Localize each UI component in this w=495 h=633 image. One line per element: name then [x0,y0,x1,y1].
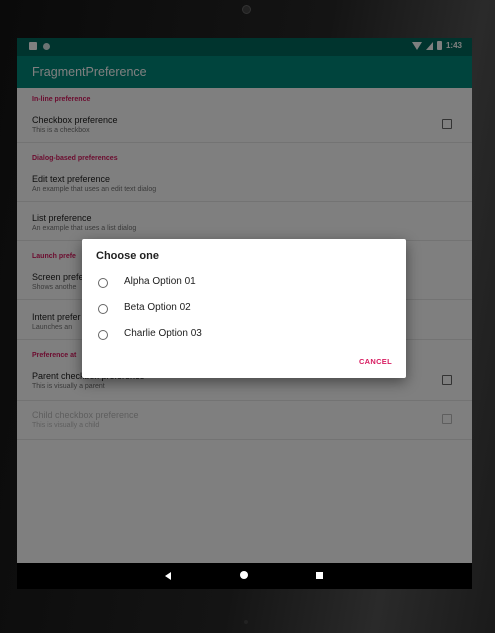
option-label: Alpha Option 01 [124,276,196,287]
option-label: Beta Option 02 [124,302,191,313]
home-icon[interactable] [240,571,248,579]
radio-button[interactable] [98,330,108,340]
cancel-button[interactable]: CANCEL [359,357,392,366]
dialog-option[interactable]: Beta Option 02 [82,301,406,323]
choose-one-dialog: Choose one Alpha Option 01 Beta Option 0… [82,239,406,378]
radio-button[interactable] [98,304,108,314]
dialog-option[interactable]: Alpha Option 01 [82,275,406,297]
recents-icon[interactable] [316,572,323,579]
dialog-title: Choose one [96,250,159,262]
radio-button[interactable] [98,278,108,288]
front-camera [242,5,251,14]
dialog-option[interactable]: Charlie Option 03 [82,327,406,349]
home-sensor [244,620,248,624]
navigation-bar [17,563,472,589]
option-label: Charlie Option 03 [124,328,202,339]
back-icon[interactable] [165,572,171,580]
